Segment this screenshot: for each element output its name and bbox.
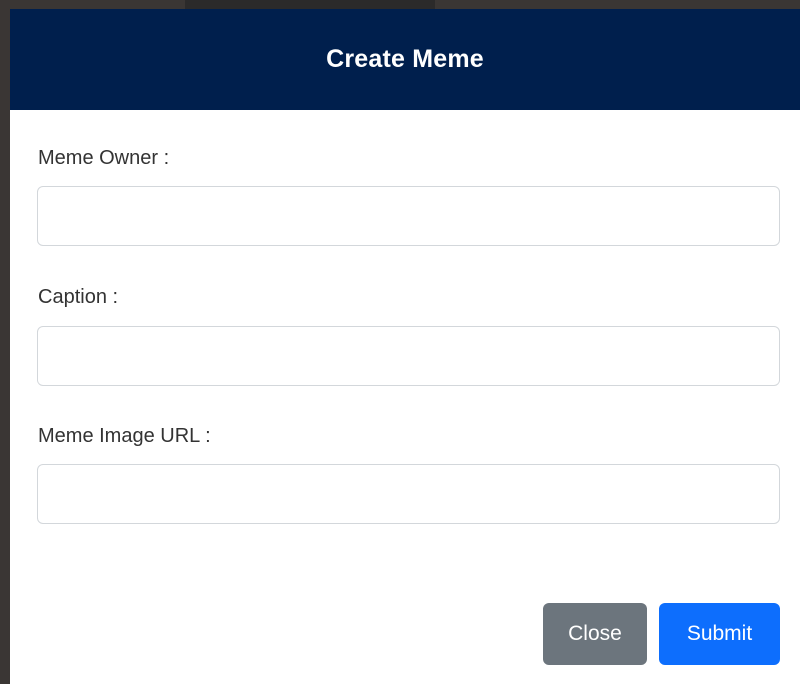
modal-header: Create Meme: [10, 9, 800, 110]
caption-label: Caption :: [38, 286, 119, 308]
submit-button[interactable]: Submit: [659, 603, 780, 665]
caption-input[interactable]: [37, 326, 780, 386]
meme-owner-input[interactable]: [37, 186, 780, 246]
modal-title: Create Meme: [326, 45, 484, 73]
meme-owner-label: Meme Owner :: [38, 147, 170, 169]
close-button[interactable]: Close: [543, 603, 647, 665]
meme-image-url-label: Meme Image URL :: [38, 425, 211, 447]
background-page-fragment: [185, 0, 435, 9]
meme-image-url-input[interactable]: [37, 464, 780, 524]
create-meme-modal: Create Meme Meme Owner : Caption : Meme …: [10, 9, 800, 684]
